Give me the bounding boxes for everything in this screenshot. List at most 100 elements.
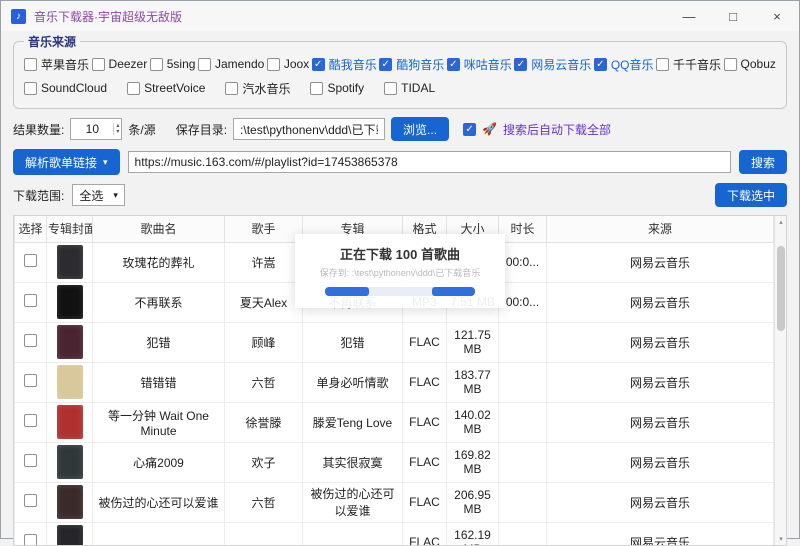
result-count-unit: 条/源: [128, 121, 155, 138]
source-checkbox-item[interactable]: Qobuz: [724, 57, 776, 71]
parse-playlist-button[interactable]: 解析歌单链接 ▾: [13, 149, 120, 175]
column-header[interactable]: 来源: [547, 216, 774, 242]
result-count-spinner[interactable]: 10 ▴▾: [70, 118, 122, 140]
album-cover: [57, 525, 83, 546]
source-checkbox-item[interactable]: SoundCloud: [24, 81, 107, 95]
download-selected-button[interactable]: 下载选中: [715, 183, 787, 207]
checkbox[interactable]: ✓: [447, 58, 460, 71]
table-row[interactable]: FLAC162.19 MB网易云音乐: [15, 522, 774, 546]
playlist-url-input[interactable]: [128, 151, 731, 173]
checkbox[interactable]: ✓: [379, 58, 392, 71]
source-checkbox-item[interactable]: 苹果音乐: [24, 56, 89, 73]
duration: 00:0...: [499, 282, 547, 322]
checkbox[interactable]: [150, 58, 163, 71]
duration: [499, 522, 547, 546]
source-checkbox-item[interactable]: 汽水音乐: [225, 80, 290, 97]
auto-download-option[interactable]: ✓ 🚀 搜索后自动下载全部: [463, 121, 611, 138]
source-checkbox-item[interactable]: ✓ 酷狗音乐: [379, 56, 444, 73]
auto-download-label: 搜索后自动下载全部: [503, 121, 611, 138]
checkbox[interactable]: [127, 82, 140, 95]
column-header[interactable]: 专辑封面: [47, 216, 93, 242]
source-checkbox-item[interactable]: ✓ 网易云音乐: [514, 56, 591, 73]
vertical-scrollbar[interactable]: ▴ ▾: [774, 216, 786, 545]
source-label: Joox: [284, 57, 309, 71]
chevron-down-icon: ▾: [103, 157, 108, 168]
scrollbar-thumb[interactable]: [777, 246, 785, 331]
source-label: 酷狗音乐: [396, 56, 444, 73]
source-checkbox-item[interactable]: StreetVoice: [127, 81, 205, 95]
checkbox[interactable]: [198, 58, 211, 71]
checkbox[interactable]: ✓: [514, 58, 527, 71]
source-label: Qobuz: [741, 57, 776, 71]
checkbox[interactable]: [384, 82, 397, 95]
format: FLAC: [403, 402, 447, 442]
source-checkbox-item[interactable]: ✓QQ音乐: [594, 56, 654, 73]
size: 169.82 MB: [447, 442, 499, 482]
column-header[interactable]: 选择: [15, 216, 47, 242]
album-cover: [57, 445, 83, 479]
column-header[interactable]: 歌手: [225, 216, 303, 242]
checkbox[interactable]: [92, 58, 105, 71]
column-header[interactable]: 歌曲名: [93, 216, 225, 242]
result-count-label: 结果数量:: [13, 121, 64, 138]
song-name: 被伤过的心还可以爱谁: [93, 482, 225, 522]
source-checkbox-item[interactable]: Joox: [267, 57, 309, 71]
scroll-down-icon[interactable]: ▾: [775, 535, 787, 543]
row-checkbox[interactable]: [24, 534, 37, 546]
checkbox[interactable]: [225, 82, 238, 95]
checkbox[interactable]: [310, 82, 323, 95]
source-label: 苹果音乐: [41, 56, 89, 73]
checkbox[interactable]: [24, 58, 37, 71]
row-checkbox[interactable]: [24, 454, 37, 467]
table-row[interactable]: 错错错六哲单身必听情歌FLAC183.77 MB网易云音乐: [15, 362, 774, 402]
maximize-button[interactable]: □: [711, 1, 755, 31]
source-checkbox-item[interactable]: ✓酷我音乐: [312, 56, 377, 73]
album-cover: [57, 245, 83, 279]
source-label: 咪咕音乐: [464, 56, 512, 73]
source-checkbox-item[interactable]: Jamendo: [198, 57, 264, 71]
source: 网易云音乐: [547, 402, 774, 442]
checkbox[interactable]: [24, 82, 37, 95]
column-header[interactable]: 时长: [499, 216, 547, 242]
table-row[interactable]: 犯错顾峰犯错FLAC121.75 MB网易云音乐: [15, 322, 774, 362]
checkbox[interactable]: [724, 58, 737, 71]
checkbox[interactable]: ✓: [312, 58, 325, 71]
download-range-dropdown[interactable]: 全选 ▾: [72, 184, 125, 206]
row-checkbox[interactable]: [24, 374, 37, 387]
checkbox[interactable]: [656, 58, 669, 71]
source-label: 网易云音乐: [531, 56, 591, 73]
save-dir-input[interactable]: [233, 118, 385, 140]
source-checkbox-item[interactable]: Spotify: [310, 81, 364, 95]
source-checkbox-item[interactable]: TIDAL: [384, 81, 435, 95]
main-content: 音乐来源 苹果音乐Deezer5singJamendoJoox✓酷我音乐✓酷狗音…: [1, 31, 799, 546]
checkbox[interactable]: ✓: [594, 58, 607, 71]
app-icon: ♪: [11, 9, 26, 24]
row-checkbox[interactable]: [24, 414, 37, 427]
close-button[interactable]: ×: [755, 1, 799, 31]
minimize-button[interactable]: —: [667, 1, 711, 31]
table-row[interactable]: 心痛2009欢子其实很寂寞FLAC169.82 MB网易云音乐: [15, 442, 774, 482]
browse-button[interactable]: 浏览...: [391, 117, 449, 141]
source-checkbox-item[interactable]: Deezer: [92, 57, 148, 71]
search-button[interactable]: 搜索: [739, 150, 787, 174]
source-label: SoundCloud: [41, 81, 107, 95]
duration: 00:0...: [499, 242, 547, 282]
spinner-arrows-icon[interactable]: ▴▾: [113, 123, 121, 135]
table-row[interactable]: 被伤过的心还可以爱谁六哲被伤过的心还可以爱谁FLAC206.95 MB网易云音乐: [15, 482, 774, 522]
checkbox[interactable]: [267, 58, 280, 71]
source-checkbox-item[interactable]: 千千音乐: [656, 56, 721, 73]
table-row[interactable]: 等一分钟 Wait One Minute徐誉滕滕爱Teng LoveFLAC14…: [15, 402, 774, 442]
album-cover: [57, 405, 83, 439]
auto-download-checkbox[interactable]: ✓: [463, 123, 476, 136]
row-checkbox[interactable]: [24, 294, 37, 307]
row-checkbox[interactable]: [24, 334, 37, 347]
source-label: Spotify: [327, 81, 364, 95]
source-checkbox-item[interactable]: ✓ 咪咕音乐: [447, 56, 512, 73]
download-progress-subtitle: 保存到: :\test\pythonenv\ddd\已下载音乐: [307, 268, 493, 280]
row-checkbox[interactable]: [24, 254, 37, 267]
row-checkbox[interactable]: [24, 494, 37, 507]
album: 滕爱Teng Love: [303, 402, 403, 442]
source-checkbox-item[interactable]: 5sing: [150, 57, 196, 71]
artist: 夏天Alex: [225, 282, 303, 322]
scroll-up-icon[interactable]: ▴: [775, 218, 787, 226]
